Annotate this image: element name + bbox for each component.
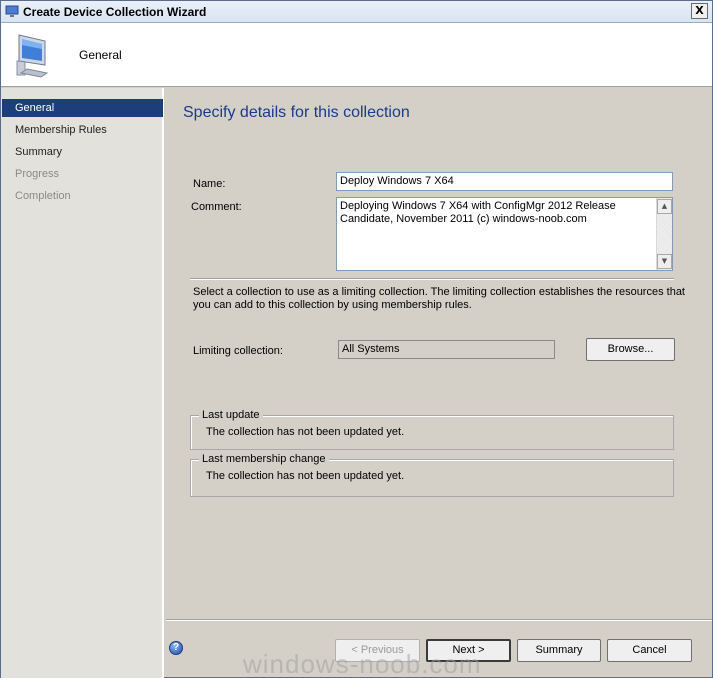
nav-item-membership-rules[interactable]: Membership Rules: [2, 121, 163, 139]
nav-item-summary[interactable]: Summary: [2, 143, 163, 161]
comment-scrollbar[interactable]: ▲ ▼: [656, 198, 672, 270]
cancel-button[interactable]: Cancel: [607, 639, 692, 662]
scroll-up-icon[interactable]: ▲: [657, 199, 672, 214]
limiting-collection-label: Limiting collection:: [193, 345, 283, 357]
last-update-legend: Last update: [199, 409, 263, 421]
computer-monitor-icon: [16, 34, 49, 78]
window-title: Create Device Collection Wizard: [23, 5, 207, 19]
limiting-collection-field: All Systems: [338, 340, 555, 359]
header-title: General: [79, 48, 122, 62]
comment-text: Deploying Windows 7 X64 with ConfigMgr 2…: [340, 200, 616, 225]
comment-label: Comment:: [191, 201, 242, 213]
last-membership-change-text: The collection has not been updated yet.: [206, 470, 405, 482]
help-icon[interactable]: ?: [169, 641, 183, 655]
window-icon: [5, 5, 19, 17]
nav-item-progress: Progress: [15, 168, 60, 180]
footer-separator: [166, 619, 712, 621]
scroll-down-icon[interactable]: ▼: [657, 254, 672, 269]
last-update-group: Last update The collection has not been …: [190, 409, 674, 450]
close-button[interactable]: X: [691, 3, 708, 19]
wizard-nav: General Membership Rules Summary Progres…: [1, 88, 164, 678]
nav-item-general[interactable]: General: [2, 99, 163, 117]
summary-button[interactable]: Summary: [517, 639, 601, 662]
nav-item-completion: Completion: [15, 190, 71, 202]
name-label: Name:: [193, 178, 226, 190]
separator: [190, 278, 674, 280]
limiting-description: Select a collection to use as a limiting…: [193, 286, 685, 311]
page-title: Specify details for this collection: [183, 104, 410, 121]
last-update-text: The collection has not been updated yet.: [206, 426, 405, 438]
wizard-window: Create Device Collection Wizard X Genera…: [0, 0, 713, 678]
title-bar[interactable]: Create Device Collection Wizard X: [1, 1, 712, 23]
header-band: General: [1, 23, 712, 87]
main-panel: Specify details for this collection Name…: [166, 88, 712, 678]
watermark: windows-noob.com: [243, 649, 482, 678]
last-membership-change-legend: Last membership change: [199, 453, 329, 465]
last-membership-change-group: Last membership change The collection ha…: [190, 453, 674, 497]
name-field[interactable]: Deploy Windows 7 X64: [336, 172, 673, 191]
browse-button[interactable]: Browse...: [586, 338, 675, 361]
comment-field[interactable]: Deploying Windows 7 X64 with ConfigMgr 2…: [336, 197, 673, 271]
